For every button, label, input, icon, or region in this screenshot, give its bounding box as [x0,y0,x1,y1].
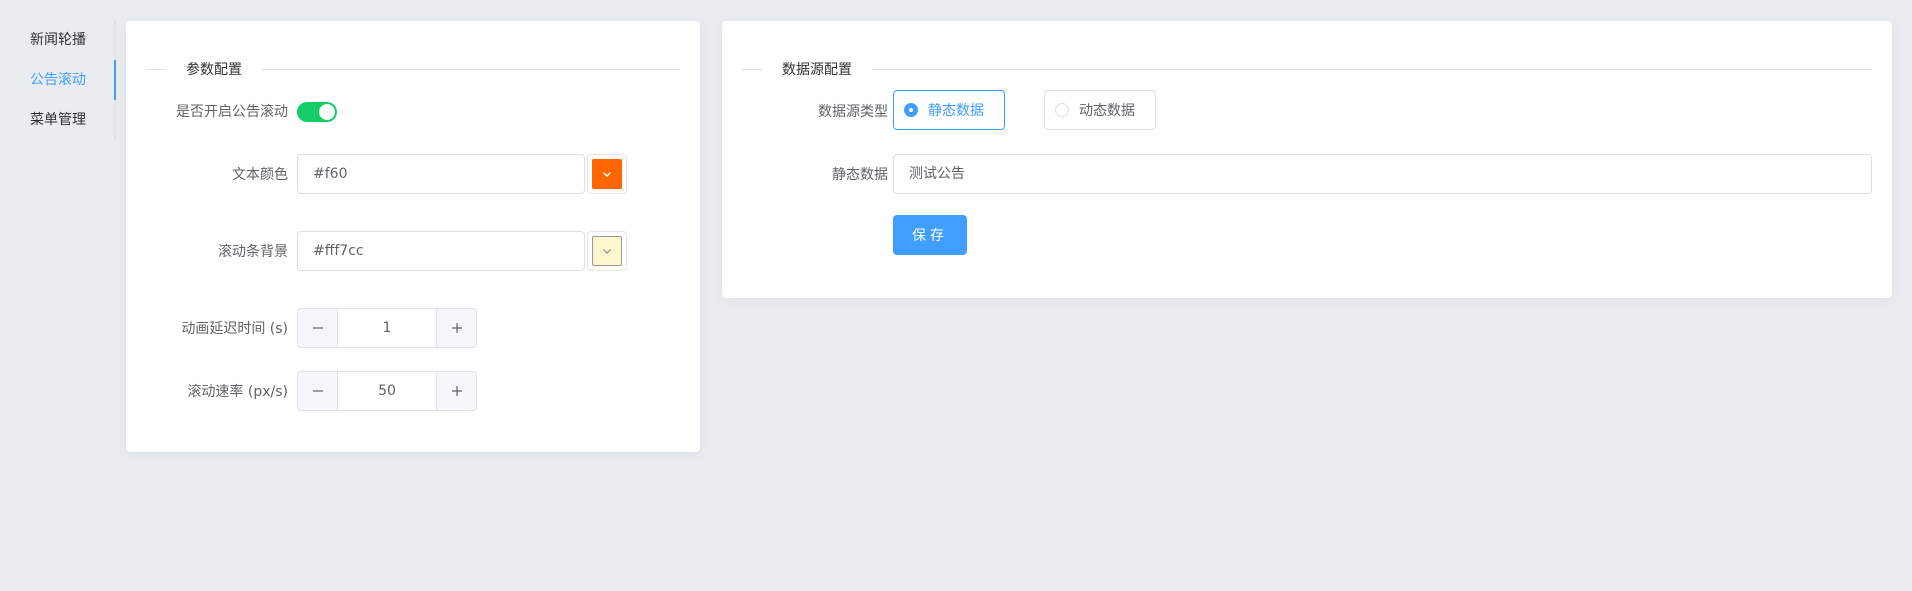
text-color-input[interactable]: #f60 [297,154,585,194]
datasource-type-label: 数据源类型 [818,104,888,120]
datasource-legend: 数据源配置 [742,59,1872,79]
delay-increase-button[interactable] [436,309,476,347]
minus-icon [312,390,323,392]
text-color-picker[interactable] [587,154,627,194]
side-tabs: 新闻轮播 公告滚动 菜单管理 [0,20,118,140]
datasource-card: 数据源配置 数据源类型 静态数据 动态数据 静态数据 测试公告 保存 [722,21,1892,298]
static-data-input[interactable]: 测试公告 [893,154,1872,194]
tab-news-carousel[interactable]: 新闻轮播 [0,20,116,60]
bg-color-input[interactable]: #fff7cc [297,231,585,271]
notice-scroll-switch[interactable] [297,102,337,122]
static-data-label: 静态数据 [832,167,888,183]
legend-line [742,68,762,70]
radio-unchecked-icon [1055,103,1069,117]
delay-value[interactable]: 1 [338,309,436,347]
datasource-title: 数据源配置 [782,62,852,78]
tab-notice-scroll[interactable]: 公告滚动 [0,60,116,100]
chevron-down-icon [603,249,611,254]
speed-value[interactable]: 50 [338,372,436,410]
toggle-label: 是否开启公告滚动 [176,104,288,120]
speed-decrease-button[interactable] [298,372,338,410]
delay-stepper: 1 [297,308,477,348]
save-button[interactable]: 保存 [893,215,967,255]
delay-label: 动画延迟时间 (s) [181,321,288,337]
params-title: 参数配置 [186,62,242,78]
speed-increase-button[interactable] [436,372,476,410]
plus-icon [451,323,462,333]
bg-color-picker[interactable] [587,231,627,271]
plus-icon [451,386,462,396]
legend-line [262,68,680,70]
minus-icon [312,327,323,329]
chevron-down-icon [603,172,611,177]
text-color-label: 文本颜色 [232,167,288,183]
radio-dynamic-data[interactable]: 动态数据 [1044,90,1156,130]
speed-stepper: 50 [297,371,477,411]
switch-knob [319,104,335,120]
text-color-swatch [592,159,622,189]
params-card: 参数配置 是否开启公告滚动 文本颜色 #f60 滚动条背景 #fff7cc 动画… [126,21,700,452]
bg-color-swatch [592,236,622,266]
bg-label: 滚动条背景 [218,244,288,260]
tab-menu-management[interactable]: 菜单管理 [0,100,116,140]
app-root: 新闻轮播 公告滚动 菜单管理 参数配置 是否开启公告滚动 文本颜色 #f60 滚… [0,0,1912,591]
delay-decrease-button[interactable] [298,309,338,347]
legend-line [146,68,166,70]
radio-dynamic-label: 动态数据 [1079,103,1135,119]
radio-static-label: 静态数据 [928,103,984,119]
legend-line [872,68,1872,70]
radio-checked-icon [904,103,918,117]
params-legend: 参数配置 [146,59,680,79]
speed-label: 滚动速率 (px/s) [187,384,288,400]
radio-static-data[interactable]: 静态数据 [893,90,1005,130]
